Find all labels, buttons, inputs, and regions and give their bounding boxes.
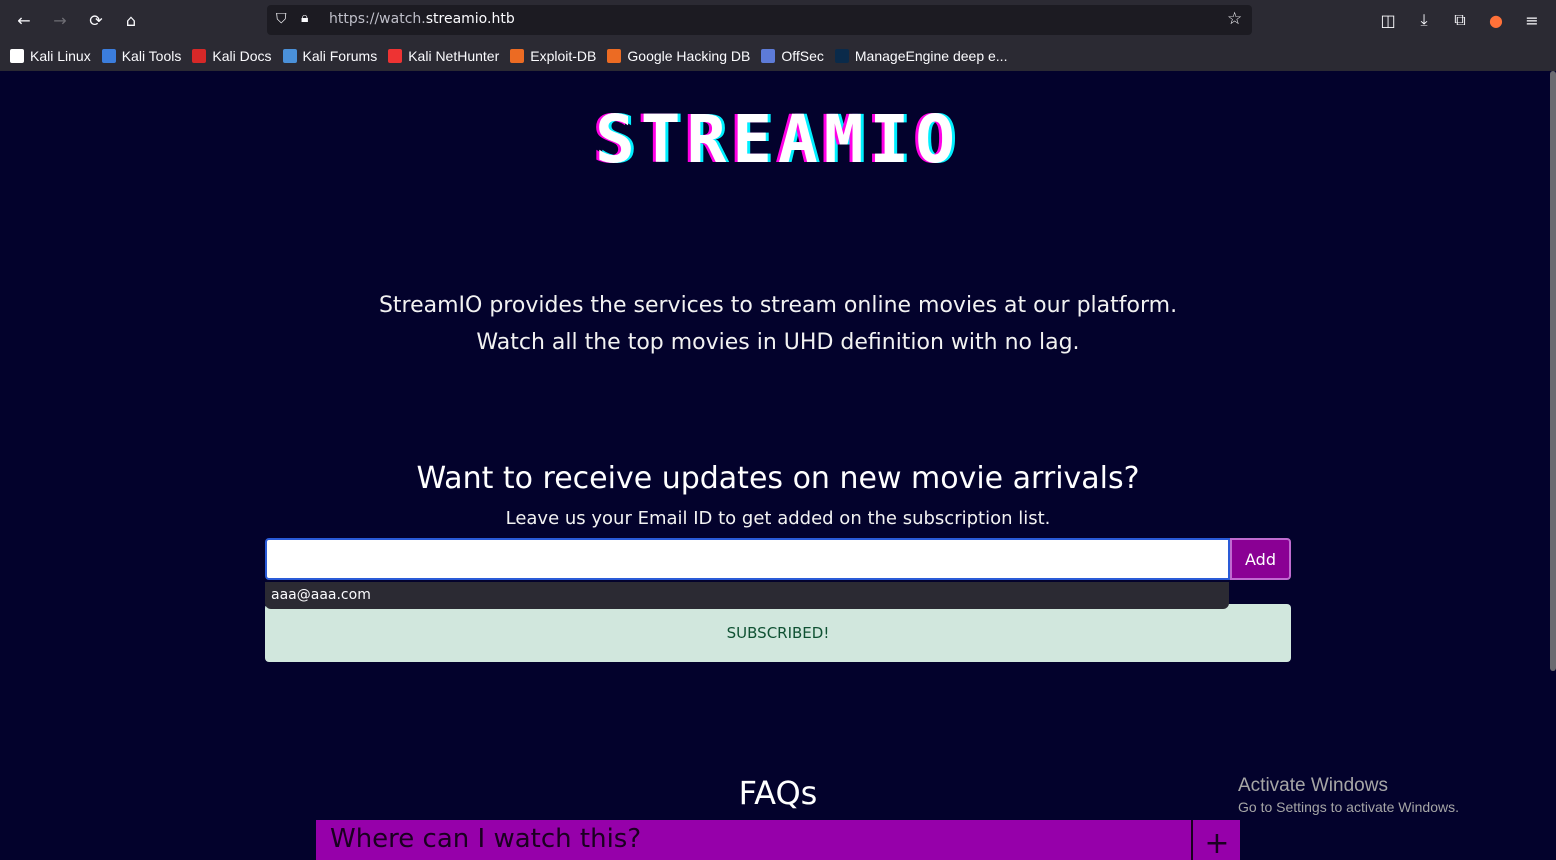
bookmark-item[interactable]: Kali Docs (192, 48, 272, 64)
exploit-db-icon (510, 49, 525, 63)
page-scrollbar[interactable] (1550, 71, 1556, 671)
bookmarks-bar: Kali Linux Kali Tools Kali Docs Kali Forums… (0, 44, 1556, 68)
email-input[interactable] (265, 538, 1230, 580)
downloads-icon[interactable]: ⤓ (1412, 8, 1436, 32)
bookmark-item[interactable]: Kali Linux (10, 48, 91, 64)
bookmark-star-icon[interactable]: ☆ (1227, 9, 1242, 29)
activate-windows-watermark: Activate Windows Go to Settings to activ… (1238, 775, 1459, 815)
bookmark-label: Kali NetHunter (408, 48, 500, 64)
updates-heading: Want to receive updates on new movie arr… (416, 461, 1140, 496)
bookmark-label: Kali Forums (302, 48, 378, 64)
intro-line-1: StreamIO provides the services to stream… (378, 293, 1178, 318)
lock-icon[interactable]: 🔒︎ (301, 10, 308, 26)
updates-subheading: Leave us your Email ID to get added on t… (505, 508, 1051, 529)
bookmark-item[interactable]: Kali Tools (101, 48, 182, 64)
bookmark-label: Kali Docs (212, 48, 272, 64)
bookmark-label: OffSec (781, 48, 824, 64)
kali-dragon-icon (10, 49, 24, 63)
autocomplete-suggestion[interactable]: aaa@aaa.com (265, 582, 1229, 609)
pocket-icon[interactable]: ◫ (1376, 8, 1400, 32)
extensions-icon[interactable]: ⧉ (1448, 8, 1472, 32)
bookmark-label: ManageEngine deep e... (854, 48, 1008, 64)
foxyproxy-icon[interactable]: ● (1484, 8, 1508, 32)
manageengine-icon (834, 49, 849, 63)
reload-icon[interactable]: ⟳ (84, 8, 108, 32)
shield-icon[interactable]: ⛉ (276, 11, 287, 27)
logo: STREAMIO (595, 101, 961, 178)
watermark-subtitle: Go to Settings to activate Windows. (1238, 799, 1459, 815)
url-prefix: https://watch. (329, 11, 426, 27)
streamio-page: STREAMIO StreamIO provides the services … (0, 71, 1556, 860)
menu-icon[interactable]: ≡ (1520, 8, 1544, 32)
bookmark-label: Kali Linux (30, 48, 91, 64)
bookmark-item[interactable]: Google Hacking DB (607, 48, 750, 64)
kali-forums-icon (282, 49, 297, 63)
bookmark-label: Exploit-DB (530, 48, 597, 64)
intro-text: StreamIO provides the services to stream… (0, 287, 1556, 361)
intro-line-2: Watch all the top movies in UHD definiti… (476, 330, 1080, 355)
faq-question: Where can I watch this? (330, 824, 642, 854)
faq-expand-button[interactable]: + (1191, 820, 1240, 860)
bookmark-item[interactable]: Kali NetHunter (388, 48, 499, 64)
ghdb-icon (607, 49, 622, 63)
watermark-title: Activate Windows (1238, 775, 1388, 796)
url-text[interactable]: https://watch.streamio.htb (329, 11, 515, 27)
bookmark-item[interactable]: ManageEngine deep e... (834, 48, 1008, 64)
offsec-icon (761, 49, 776, 63)
bookmark-item[interactable]: Kali Forums (282, 48, 378, 64)
bookmark-label: Google Hacking DB (627, 48, 751, 64)
bookmark-item[interactable]: OffSec (761, 48, 824, 64)
home-icon[interactable]: ⌂ (119, 8, 143, 32)
bookmark-item[interactable]: Exploit-DB (510, 48, 596, 64)
url-bar[interactable]: ⛉ 🔒︎ https://watch.streamio.htb ☆ (267, 5, 1252, 35)
url-domain: streamio.htb (425, 11, 515, 27)
back-icon[interactable]: ← (12, 8, 36, 32)
browser-toolbar: ← → ⟳ ⌂ ⛉ 🔒︎ https://watch.streamio.htb … (0, 0, 1556, 71)
kali-docs-icon (192, 49, 207, 63)
forward-icon[interactable]: → (48, 8, 72, 32)
bookmark-label: Kali Tools (121, 48, 182, 64)
add-button[interactable]: Add (1230, 538, 1291, 580)
subscribed-alert: SUBSCRIBED! (265, 604, 1291, 662)
kali-tools-icon (101, 49, 116, 63)
faq-item[interactable]: Where can I watch this? + (316, 820, 1240, 860)
nethunter-icon (388, 49, 403, 63)
